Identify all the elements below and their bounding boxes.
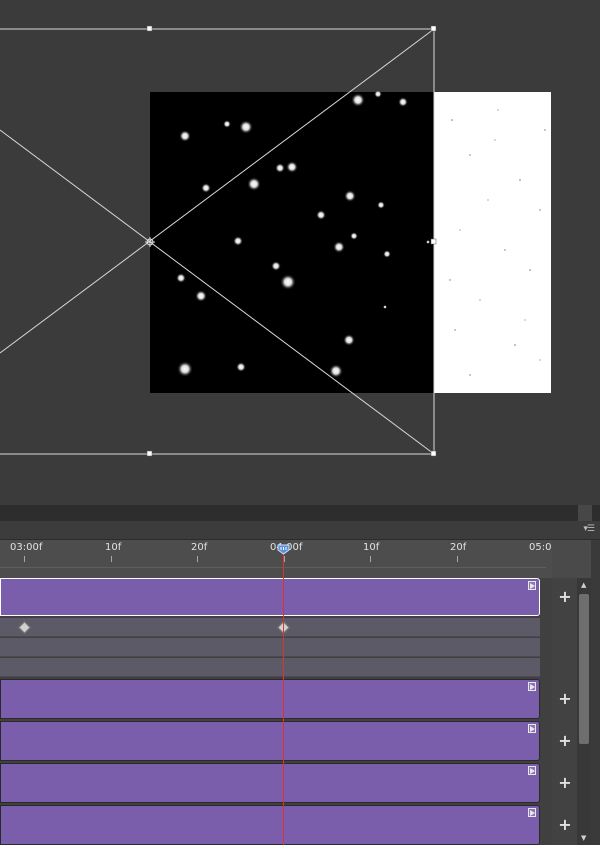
ruler-tick	[111, 556, 112, 562]
playhead-handle-icon[interactable]	[277, 544, 290, 555]
clip-expand-icon[interactable]	[528, 724, 536, 733]
scroll-down-icon[interactable]: ▼	[581, 834, 586, 842]
time-ruler[interactable]: 03:00f 10f 20f 04:00f 10f 20f 05:0	[0, 540, 552, 592]
particle-dot	[239, 120, 253, 134]
clip-expand-icon[interactable]	[528, 682, 536, 691]
timeline-panel: ▾☰ 03:00f 10f 20f 04:00f 10f 20f 05:0	[0, 521, 600, 845]
panel-separator	[0, 505, 600, 521]
add-media-button[interactable]: +	[556, 774, 574, 792]
keyframe-icon[interactable]	[18, 621, 31, 634]
particle-dot	[176, 273, 186, 283]
layer-clip[interactable]	[0, 763, 540, 803]
scrollbar-thumb[interactable]	[579, 594, 589, 744]
ruler-label: 03:00f	[10, 542, 43, 553]
layer-clip[interactable]	[0, 679, 540, 719]
timeline-panel-header: ▾☰	[0, 521, 600, 540]
ruler-tick	[370, 556, 371, 562]
add-media-button[interactable]: +	[556, 588, 574, 606]
layer-clip[interactable]	[0, 721, 540, 761]
ruler-label: 05:0	[529, 542, 552, 553]
playhead-line	[283, 553, 284, 845]
particle-dot	[223, 120, 231, 128]
timeline-scrollbar[interactable]: ▲ ▼	[577, 578, 591, 845]
white-layer	[434, 92, 551, 393]
add-media-button[interactable]: +	[556, 690, 574, 708]
particle-dot	[333, 241, 345, 253]
clip-expand-icon[interactable]	[528, 808, 536, 817]
particle-dot	[236, 362, 246, 372]
track-area	[0, 578, 552, 845]
panel-gutter	[591, 540, 600, 845]
particle-dot	[426, 240, 430, 244]
ruler-label: 10f	[105, 542, 122, 553]
panel-menu-icon[interactable]: ▾☰	[583, 524, 595, 534]
particle-dot	[374, 90, 382, 98]
particle-dot	[195, 290, 207, 302]
ruler-tick	[284, 556, 285, 562]
particle-dot	[383, 250, 391, 258]
particle-dot	[344, 190, 356, 202]
particle-dot	[343, 334, 355, 346]
particle-dot	[316, 210, 326, 220]
property-track[interactable]	[0, 638, 540, 657]
document-canvas[interactable]	[0, 0, 600, 505]
ruler-label: 10f	[363, 542, 380, 553]
clip-expand-icon[interactable]	[528, 581, 536, 590]
add-media-column	[552, 578, 577, 845]
particle-dot	[271, 261, 281, 271]
ruler-tick	[24, 556, 25, 562]
particle-dot	[177, 361, 193, 377]
particle-dot	[350, 232, 358, 240]
property-track[interactable]	[0, 618, 540, 637]
ruler-label: 20f	[191, 542, 208, 553]
scroll-up-icon[interactable]: ▲	[581, 581, 586, 589]
layer-clip[interactable]	[0, 805, 540, 845]
work-area-bar[interactable]	[0, 567, 546, 573]
particle-dot	[280, 274, 296, 290]
canvas-scroll-stub[interactable]	[578, 505, 592, 521]
particle-dot	[201, 183, 211, 193]
ruler-tick	[457, 556, 458, 562]
layer-clip[interactable]	[0, 578, 540, 616]
particle-dot	[351, 93, 365, 107]
clip-expand-icon[interactable]	[528, 766, 536, 775]
particle-dot	[247, 177, 261, 191]
ruler-tick	[197, 556, 198, 562]
particle-dot	[398, 97, 408, 107]
particle-dot	[329, 364, 343, 378]
ruler-label: 20f	[450, 542, 467, 553]
add-media-button[interactable]: +	[556, 732, 574, 750]
particle-dot	[383, 305, 387, 309]
particle-dot	[233, 236, 243, 246]
property-track[interactable]	[0, 658, 540, 677]
particle-dot	[286, 161, 298, 173]
particle-dot	[275, 163, 285, 173]
canvas-artwork[interactable]	[0, 0, 600, 505]
particle-dot	[377, 201, 385, 209]
add-media-button[interactable]: +	[556, 816, 574, 834]
particle-dot	[179, 130, 191, 142]
